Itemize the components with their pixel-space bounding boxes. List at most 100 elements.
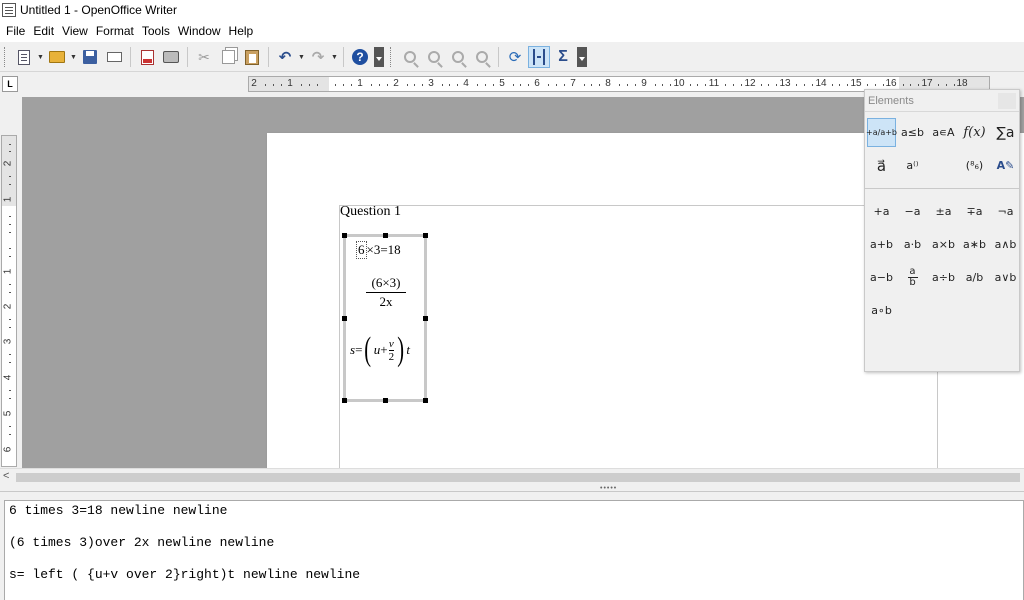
copy-button[interactable] bbox=[217, 46, 239, 68]
formula-command-editor[interactable]: 6 times 3=18 newline newline (6 times 3)… bbox=[4, 500, 1024, 600]
menu-help[interactable]: Help bbox=[225, 24, 258, 38]
op-a-minus-b[interactable]: a−b bbox=[870, 271, 893, 284]
ruler-number: 5 bbox=[2, 410, 14, 417]
cut-button[interactable]: ✂ bbox=[193, 46, 215, 68]
toolbar-overflow-button[interactable] bbox=[374, 47, 384, 67]
menu-tools[interactable]: Tools bbox=[138, 24, 174, 38]
op-a-over-b[interactable]: a b bbox=[907, 267, 918, 288]
op-a-dot-b[interactable]: a·b bbox=[904, 238, 921, 251]
new-document-dropdown[interactable]: ▼ bbox=[36, 46, 45, 68]
zoom-in-icon bbox=[404, 51, 416, 63]
op-a-and-b[interactable]: a∧b bbox=[995, 238, 1017, 251]
toolbar-overflow-button[interactable] bbox=[577, 47, 587, 67]
category-set-operations[interactable]: a∊A bbox=[929, 118, 958, 147]
pane-splitter[interactable]: ••••• bbox=[0, 485, 1024, 492]
undo-dropdown[interactable]: ▼ bbox=[297, 46, 306, 68]
ruler-number: 1 bbox=[287, 78, 293, 89]
toolbar-grip[interactable] bbox=[390, 47, 394, 67]
email-button[interactable] bbox=[103, 46, 125, 68]
update-button[interactable]: ⟳ bbox=[504, 46, 526, 68]
save-button[interactable] bbox=[79, 46, 101, 68]
op-a-div-b[interactable]: a÷b bbox=[932, 271, 955, 284]
redo-dropdown[interactable]: ▼ bbox=[330, 46, 339, 68]
category-others[interactable]: A✎ bbox=[991, 151, 1020, 180]
ruler-number: 1 bbox=[357, 78, 363, 89]
formula-cursor-button[interactable] bbox=[528, 46, 550, 68]
resize-handle[interactable] bbox=[423, 398, 428, 403]
resize-handle[interactable] bbox=[383, 398, 388, 403]
resize-handle[interactable] bbox=[342, 398, 347, 403]
op-minus-a[interactable]: −a bbox=[905, 205, 921, 218]
toolbar-grip[interactable] bbox=[4, 47, 8, 67]
export-pdf-button[interactable] bbox=[136, 46, 158, 68]
zoom-in-button[interactable] bbox=[399, 46, 421, 68]
op-plusminus-a[interactable]: ±a bbox=[936, 205, 952, 218]
command-line-2[interactable]: (6 times 3)over 2x newline newline bbox=[9, 535, 274, 550]
zoom-100-icon bbox=[452, 51, 464, 63]
menu-file[interactable]: File bbox=[2, 24, 29, 38]
undo-button[interactable]: ↶ bbox=[274, 46, 296, 68]
menu-format[interactable]: Format bbox=[92, 24, 138, 38]
print-button[interactable] bbox=[160, 46, 182, 68]
resize-handle[interactable] bbox=[342, 233, 347, 238]
category-operators[interactable]: ∑a bbox=[991, 118, 1020, 147]
menu-window[interactable]: Window bbox=[174, 24, 225, 38]
command-line-1[interactable]: 6 times 3=18 newline newline bbox=[9, 503, 227, 518]
splitter-grip[interactable]: ••••• bbox=[600, 485, 617, 492]
op-plus-a[interactable]: +a bbox=[874, 205, 890, 218]
category-empty[interactable] bbox=[929, 151, 958, 180]
horizontal-scrollbar[interactable]: < bbox=[0, 468, 1024, 485]
category-attributes[interactable]: a⃗ bbox=[867, 151, 896, 180]
toolbar-separator bbox=[187, 47, 188, 67]
formula-line-3: s = ( u + v 2 ) t bbox=[350, 333, 410, 367]
menu-edit[interactable]: Edit bbox=[29, 24, 58, 38]
ruler-number: 9 bbox=[641, 78, 647, 89]
redo-button[interactable]: ↷ bbox=[307, 46, 329, 68]
open-dropdown[interactable]: ▼ bbox=[69, 46, 78, 68]
ruler-tick bbox=[9, 232, 11, 233]
help-button[interactable]: ? bbox=[349, 46, 371, 68]
paste-button[interactable] bbox=[241, 46, 263, 68]
formula-object[interactable]: 6 ×3=18 (6×3) 2x s = ( u + v 2) t bbox=[342, 233, 428, 403]
show-all-button[interactable] bbox=[471, 46, 493, 68]
ruler-tick bbox=[662, 84, 663, 86]
resize-handle[interactable] bbox=[423, 316, 428, 321]
op-a-ast-b[interactable]: a∗b bbox=[963, 238, 986, 251]
vertical-ruler[interactable]: 2 1 1 2 3 4 5 6 bbox=[1, 135, 17, 467]
elements-panel-header[interactable]: Elements bbox=[865, 90, 1019, 112]
scroll-left-icon[interactable]: < bbox=[3, 470, 9, 482]
undo-icon: ↶ bbox=[278, 49, 292, 66]
zoom-out-button[interactable] bbox=[423, 46, 445, 68]
op-a-plus-b[interactable]: a+b bbox=[870, 238, 893, 251]
op-a-times-b[interactable]: a×b bbox=[932, 238, 955, 251]
op-a-slash-b[interactable]: a/b bbox=[966, 271, 983, 284]
new-document-button[interactable] bbox=[13, 46, 35, 68]
category-functions[interactable]: f(x) bbox=[960, 118, 989, 147]
symbols-button[interactable]: Σ bbox=[552, 46, 574, 68]
scrollbar-thumb[interactable] bbox=[16, 473, 1020, 482]
op-a-circ-b[interactable]: a∘b bbox=[871, 304, 892, 317]
resize-handle[interactable] bbox=[383, 233, 388, 238]
resize-handle[interactable] bbox=[423, 233, 428, 238]
category-relations[interactable]: a≤b bbox=[898, 118, 927, 147]
op-not-a[interactable]: ¬a bbox=[998, 205, 1014, 218]
op-a-or-b[interactable]: a∨b bbox=[995, 271, 1017, 284]
tab-stop-selector[interactable]: L bbox=[2, 76, 18, 92]
ruler-tick bbox=[343, 84, 344, 86]
ruler-tick bbox=[591, 84, 592, 86]
elements-close-button[interactable] bbox=[998, 92, 1016, 109]
ruler-tick bbox=[9, 319, 11, 320]
question-heading[interactable]: Question 1 bbox=[340, 204, 401, 220]
resize-handle[interactable] bbox=[342, 316, 347, 321]
category-formats[interactable]: (⁸₆) bbox=[960, 151, 989, 180]
category-unary-binary[interactable]: +a/a+b bbox=[866, 118, 897, 147]
ruler-number: 2 bbox=[251, 78, 257, 89]
ruler-tick bbox=[9, 224, 11, 225]
op-minusplus-a[interactable]: ∓a bbox=[967, 205, 983, 218]
command-line-3[interactable]: s= left ( {u+v over 2}right)t newline ne… bbox=[9, 567, 360, 582]
menu-view[interactable]: View bbox=[58, 24, 92, 38]
open-button[interactable] bbox=[46, 46, 68, 68]
category-brackets[interactable]: a⁽⁾ bbox=[898, 151, 927, 180]
zoom-100-button[interactable] bbox=[447, 46, 469, 68]
toolbar-separator bbox=[498, 47, 499, 67]
